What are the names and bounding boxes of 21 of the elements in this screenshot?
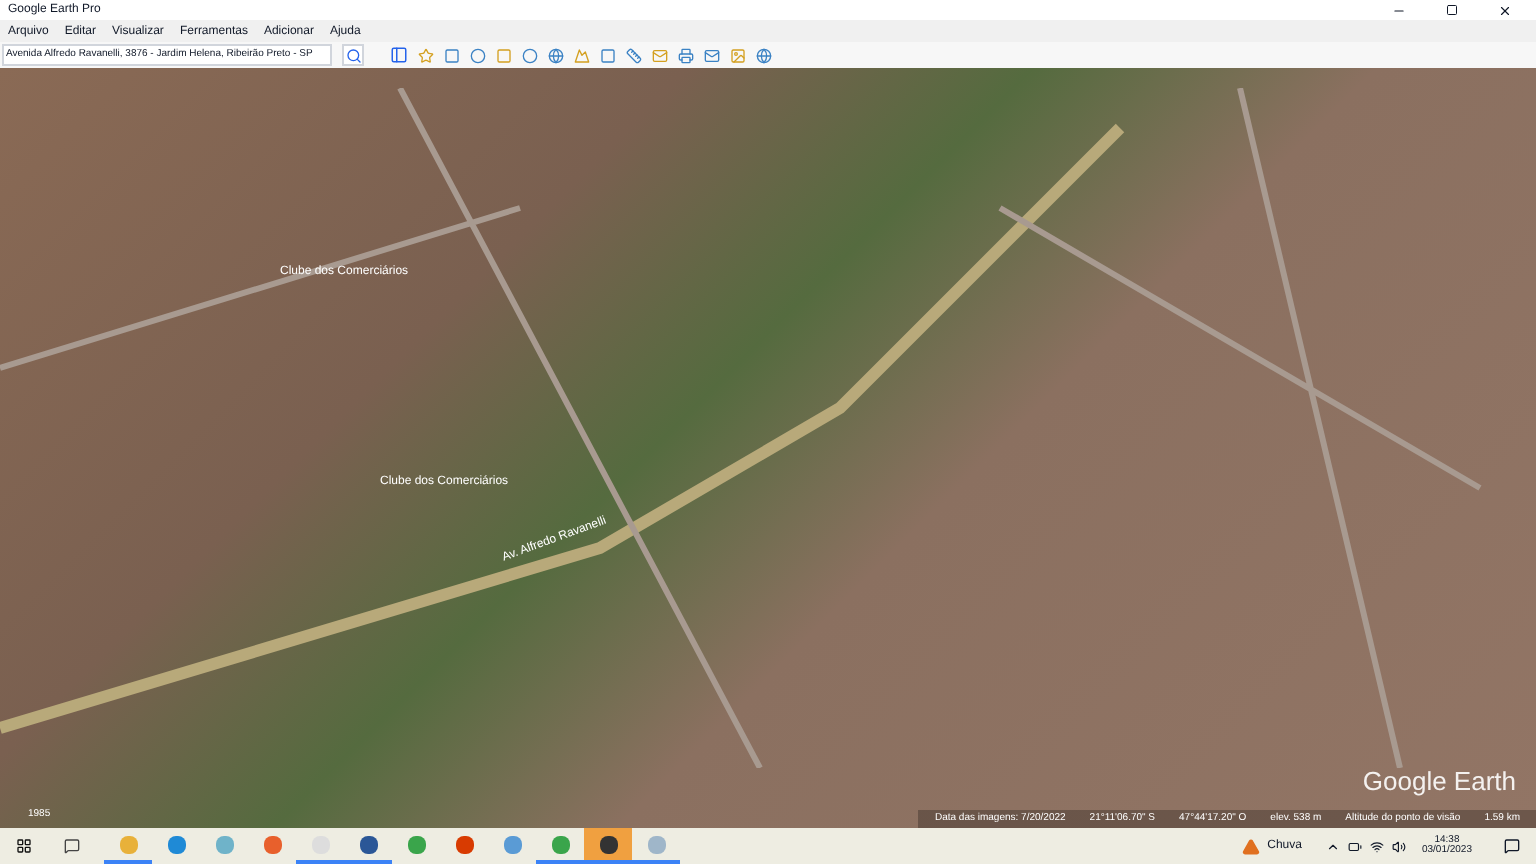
- start-icon[interactable]: [16, 838, 32, 854]
- toolbar-icon[interactable]: [548, 47, 564, 63]
- toolbar-icon[interactable]: [652, 47, 668, 63]
- tray-expand-icon[interactable]: [1325, 839, 1340, 853]
- toolbar-icon[interactable]: [704, 47, 720, 63]
- maximize-icon[interactable]: [1446, 3, 1458, 15]
- sidebar-toggle-icon[interactable]: [390, 46, 408, 64]
- toolbar-icon[interactable]: [418, 47, 434, 63]
- battery-icon[interactable]: [1347, 839, 1362, 853]
- toolbar-icon[interactable]: [678, 47, 694, 63]
- weather-warning-icon[interactable]: [1241, 837, 1260, 855]
- toolbar-icon[interactable]: [730, 47, 746, 63]
- taskbar-app-button[interactable]: [584, 828, 632, 864]
- notification-icon[interactable]: [1504, 838, 1520, 854]
- network-icon[interactable]: [1369, 839, 1384, 853]
- close-icon[interactable]: [1498, 3, 1512, 17]
- toolbar-icon[interactable]: [626, 47, 642, 63]
- google-earth-logo: Google Earth: [1362, 763, 1516, 800]
- volume-icon[interactable]: [1391, 839, 1406, 853]
- toolbar-icon[interactable]: [756, 47, 772, 63]
- search-button[interactable]: [342, 44, 364, 66]
